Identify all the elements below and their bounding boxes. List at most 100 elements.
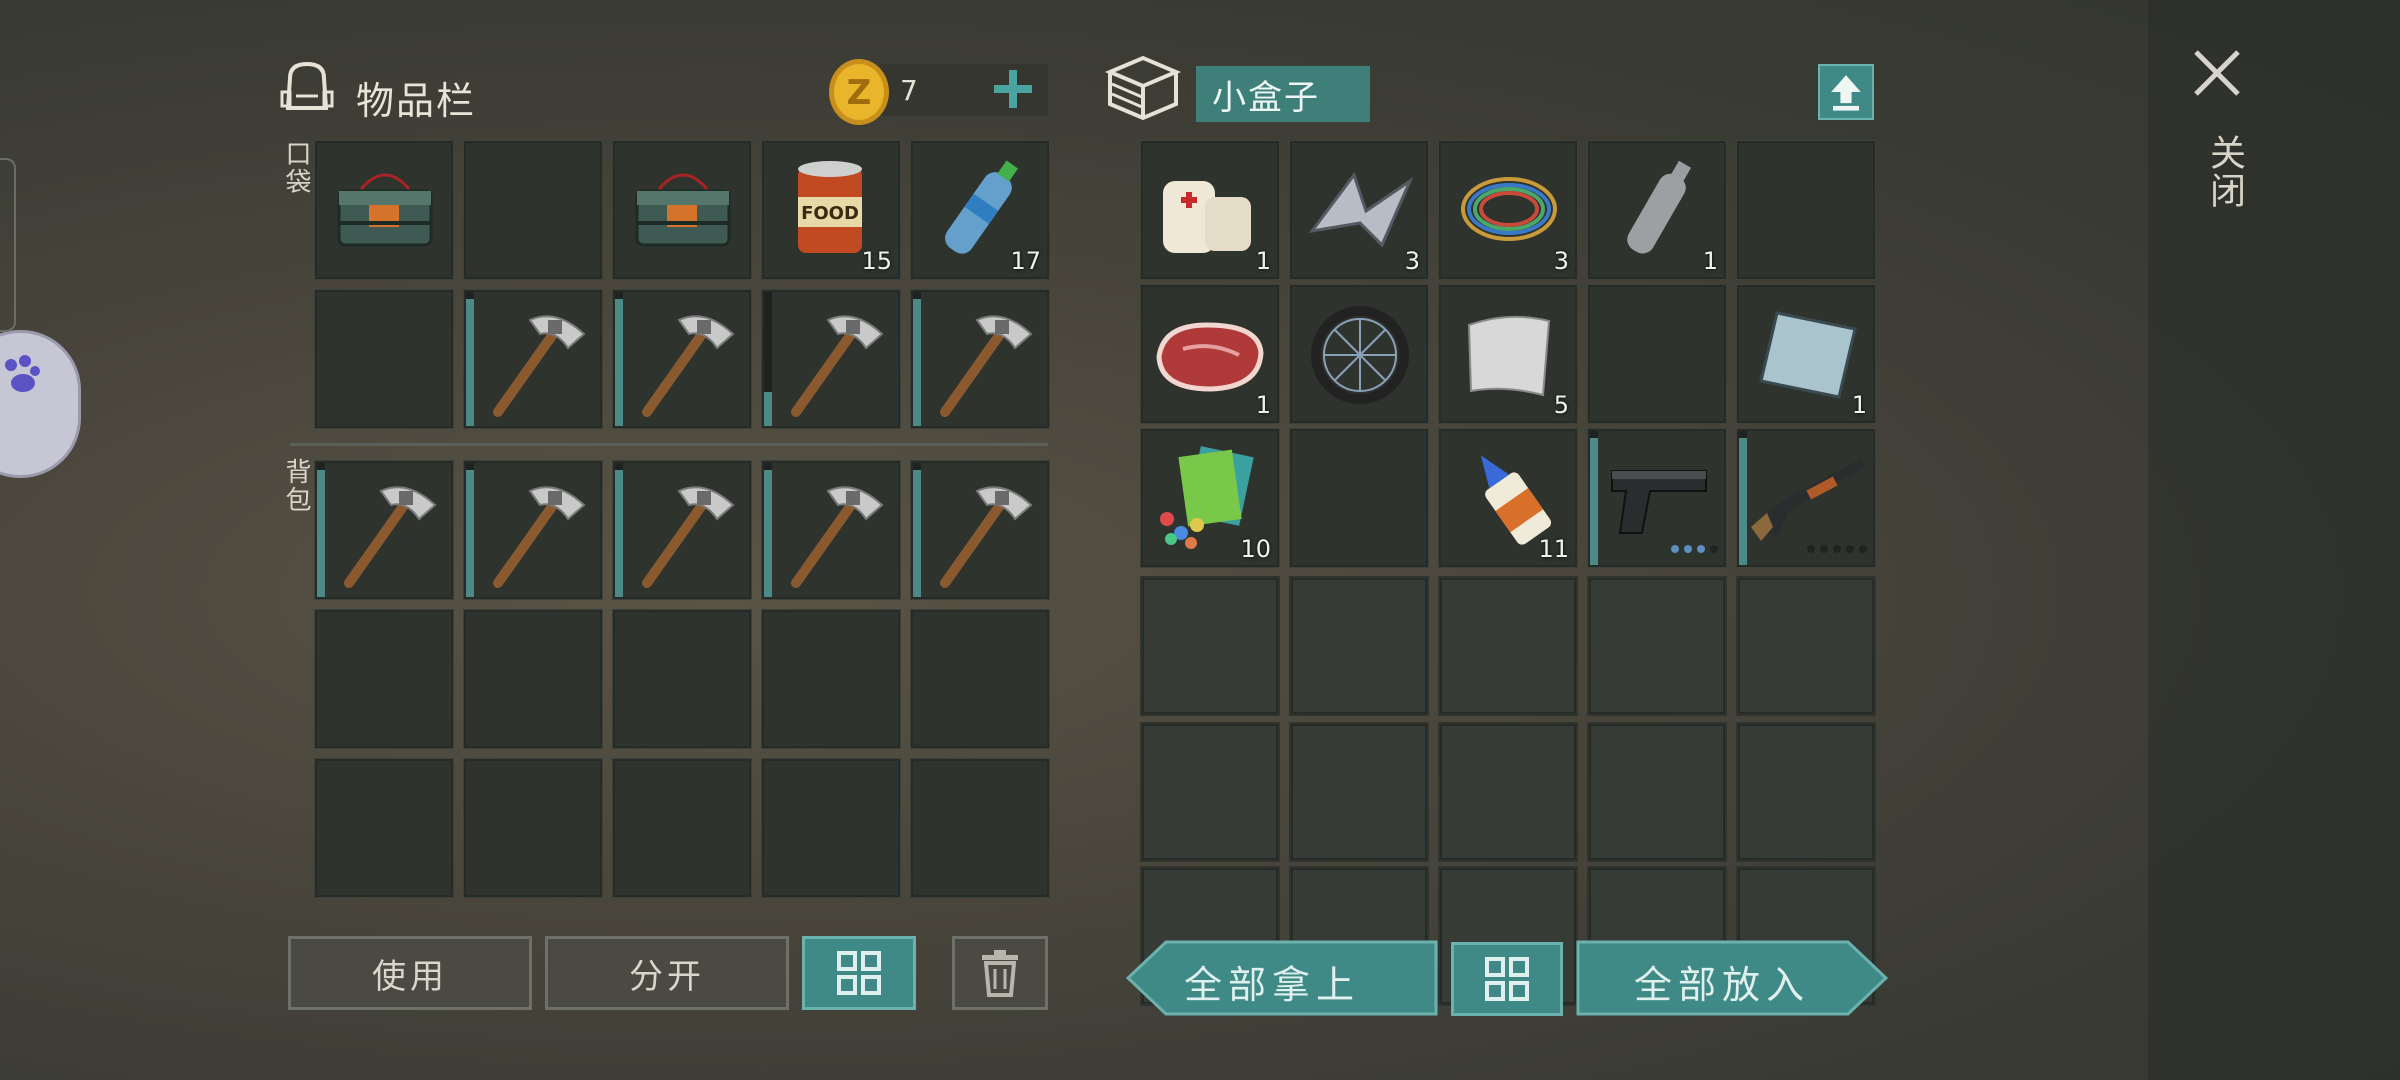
item-count: 10 bbox=[1240, 535, 1271, 563]
durability-bar bbox=[913, 470, 921, 597]
item-count: 17 bbox=[1010, 247, 1041, 275]
item-slot-pistol[interactable] bbox=[1587, 428, 1727, 568]
empty-slot[interactable] bbox=[910, 609, 1050, 749]
close-button[interactable] bbox=[2190, 46, 2244, 100]
item-slot-dynamite-bundle[interactable] bbox=[612, 140, 752, 280]
item-slot-pickaxe[interactable] bbox=[612, 289, 752, 429]
empty-slot[interactable] bbox=[314, 758, 454, 898]
use-button[interactable]: 使用 bbox=[288, 936, 532, 1010]
ammo-dot bbox=[1710, 545, 1718, 553]
split-button[interactable]: 分开 bbox=[545, 936, 789, 1010]
arrow-up-icon bbox=[1831, 75, 1861, 111]
item-slot-canned-food[interactable]: FOOD 15 bbox=[761, 140, 901, 280]
container-title: 小盒子 bbox=[1196, 66, 1370, 122]
item-slot-pickaxe[interactable] bbox=[761, 289, 901, 429]
item-slot-metal-plate[interactable]: 5 bbox=[1438, 284, 1578, 424]
empty-slot[interactable] bbox=[761, 609, 901, 749]
dynamite-bundle-icon bbox=[337, 173, 433, 247]
ammo-dot bbox=[1697, 545, 1705, 553]
empty-slot[interactable] bbox=[1587, 722, 1727, 862]
close-label[interactable]: 关闭 bbox=[2198, 134, 2250, 210]
item-slot-wheel[interactable] bbox=[1289, 284, 1429, 424]
item-slot-pickaxe[interactable] bbox=[761, 460, 901, 600]
pickaxe-icon bbox=[791, 315, 884, 417]
item-slot-pickaxe[interactable] bbox=[463, 460, 603, 600]
item-slot-seed-packets[interactable]: 10 bbox=[1140, 428, 1280, 568]
item-count: 1 bbox=[1851, 391, 1867, 419]
ammo-indicator bbox=[1666, 538, 1718, 557]
ammo-dot bbox=[1807, 545, 1815, 553]
upload-button[interactable] bbox=[1818, 64, 1874, 120]
empty-slot[interactable] bbox=[314, 609, 454, 749]
trash-icon bbox=[982, 950, 1018, 997]
empty-slot[interactable] bbox=[761, 758, 901, 898]
item-slot-glue[interactable]: 11 bbox=[1438, 428, 1578, 568]
take-all-button[interactable]: 全部拿上 bbox=[1126, 940, 1438, 1016]
empty-slot[interactable] bbox=[1140, 722, 1280, 862]
item-count: 1 bbox=[1702, 247, 1718, 275]
empty-slot[interactable] bbox=[1587, 576, 1727, 716]
empty-slot[interactable] bbox=[314, 289, 454, 429]
empty-slot[interactable] bbox=[1736, 576, 1876, 716]
section-divider bbox=[290, 443, 1048, 446]
empty-slot[interactable] bbox=[910, 758, 1050, 898]
grid-sort-icon bbox=[837, 951, 881, 995]
empty-slot[interactable] bbox=[1289, 722, 1429, 862]
add-coins-button[interactable] bbox=[990, 66, 1036, 112]
empty-slot[interactable] bbox=[612, 758, 752, 898]
wheel-icon bbox=[1311, 306, 1409, 404]
empty-slot[interactable] bbox=[463, 758, 603, 898]
durability-bar bbox=[466, 470, 474, 597]
left-edge-tab[interactable] bbox=[0, 158, 16, 332]
empty-slot[interactable] bbox=[1736, 140, 1876, 280]
dynamite-bundle-icon bbox=[635, 173, 731, 247]
item-count: 11 bbox=[1538, 535, 1569, 563]
item-slot-pickaxe[interactable] bbox=[463, 289, 603, 429]
empty-slot[interactable] bbox=[1438, 576, 1578, 716]
item-slot-glass-plate[interactable]: 1 bbox=[1736, 284, 1876, 424]
item-slot-empty-bottle[interactable]: 1 bbox=[1587, 140, 1727, 280]
item-slot-pickaxe[interactable] bbox=[910, 289, 1050, 429]
durability-bar bbox=[1739, 438, 1747, 565]
durability-bar bbox=[913, 299, 921, 426]
item-slot-pickaxe[interactable] bbox=[612, 460, 752, 600]
empty-slot[interactable] bbox=[1587, 284, 1727, 424]
ammo-dot bbox=[1833, 545, 1841, 553]
pickaxe-icon bbox=[642, 486, 735, 588]
pickaxe-icon bbox=[493, 315, 586, 417]
durability-bar bbox=[466, 299, 474, 426]
item-slot-dynamite-bundle[interactable] bbox=[314, 140, 454, 280]
empty-slot[interactable] bbox=[1289, 576, 1429, 716]
item-count: 1 bbox=[1255, 391, 1271, 419]
sort-inventory-button[interactable] bbox=[802, 936, 916, 1010]
empty-slot[interactable] bbox=[1289, 428, 1429, 568]
pickaxe-icon bbox=[791, 486, 884, 588]
empty-slot[interactable] bbox=[612, 609, 752, 749]
floating-assistant-bubble[interactable] bbox=[0, 330, 81, 478]
item-slot-wire-coil[interactable]: 3 bbox=[1438, 140, 1578, 280]
item-slot-scrap-metal[interactable]: 3 bbox=[1289, 140, 1429, 280]
backpack-label: 背包 bbox=[281, 458, 311, 514]
empty-slot[interactable] bbox=[1736, 722, 1876, 862]
box-icon bbox=[1104, 52, 1182, 124]
item-slot-pickaxe[interactable] bbox=[910, 460, 1050, 600]
sort-container-button[interactable] bbox=[1451, 942, 1563, 1016]
empty-slot[interactable] bbox=[1140, 576, 1280, 716]
ammo-dot bbox=[1859, 545, 1867, 553]
close-icon bbox=[2194, 50, 2240, 96]
empty-slot[interactable] bbox=[463, 140, 603, 280]
ammo-dot bbox=[1684, 545, 1692, 553]
item-slot-bandage[interactable]: 1 bbox=[1140, 140, 1280, 280]
svg-text:Z: Z bbox=[847, 73, 872, 113]
item-slot-water-bottle[interactable]: 17 bbox=[910, 140, 1050, 280]
trash-button[interactable] bbox=[952, 936, 1048, 1010]
empty-slot[interactable] bbox=[463, 609, 603, 749]
put-all-button[interactable]: 全部放入 bbox=[1576, 940, 1888, 1016]
pickaxe-icon bbox=[642, 315, 735, 417]
empty-slot[interactable] bbox=[1438, 722, 1578, 862]
item-slot-shotgun[interactable] bbox=[1736, 428, 1876, 568]
item-slot-raw-steak[interactable]: 1 bbox=[1140, 284, 1280, 424]
svg-text:FOOD: FOOD bbox=[801, 203, 859, 224]
ammo-dot bbox=[1846, 545, 1854, 553]
item-slot-pickaxe[interactable] bbox=[314, 460, 454, 600]
